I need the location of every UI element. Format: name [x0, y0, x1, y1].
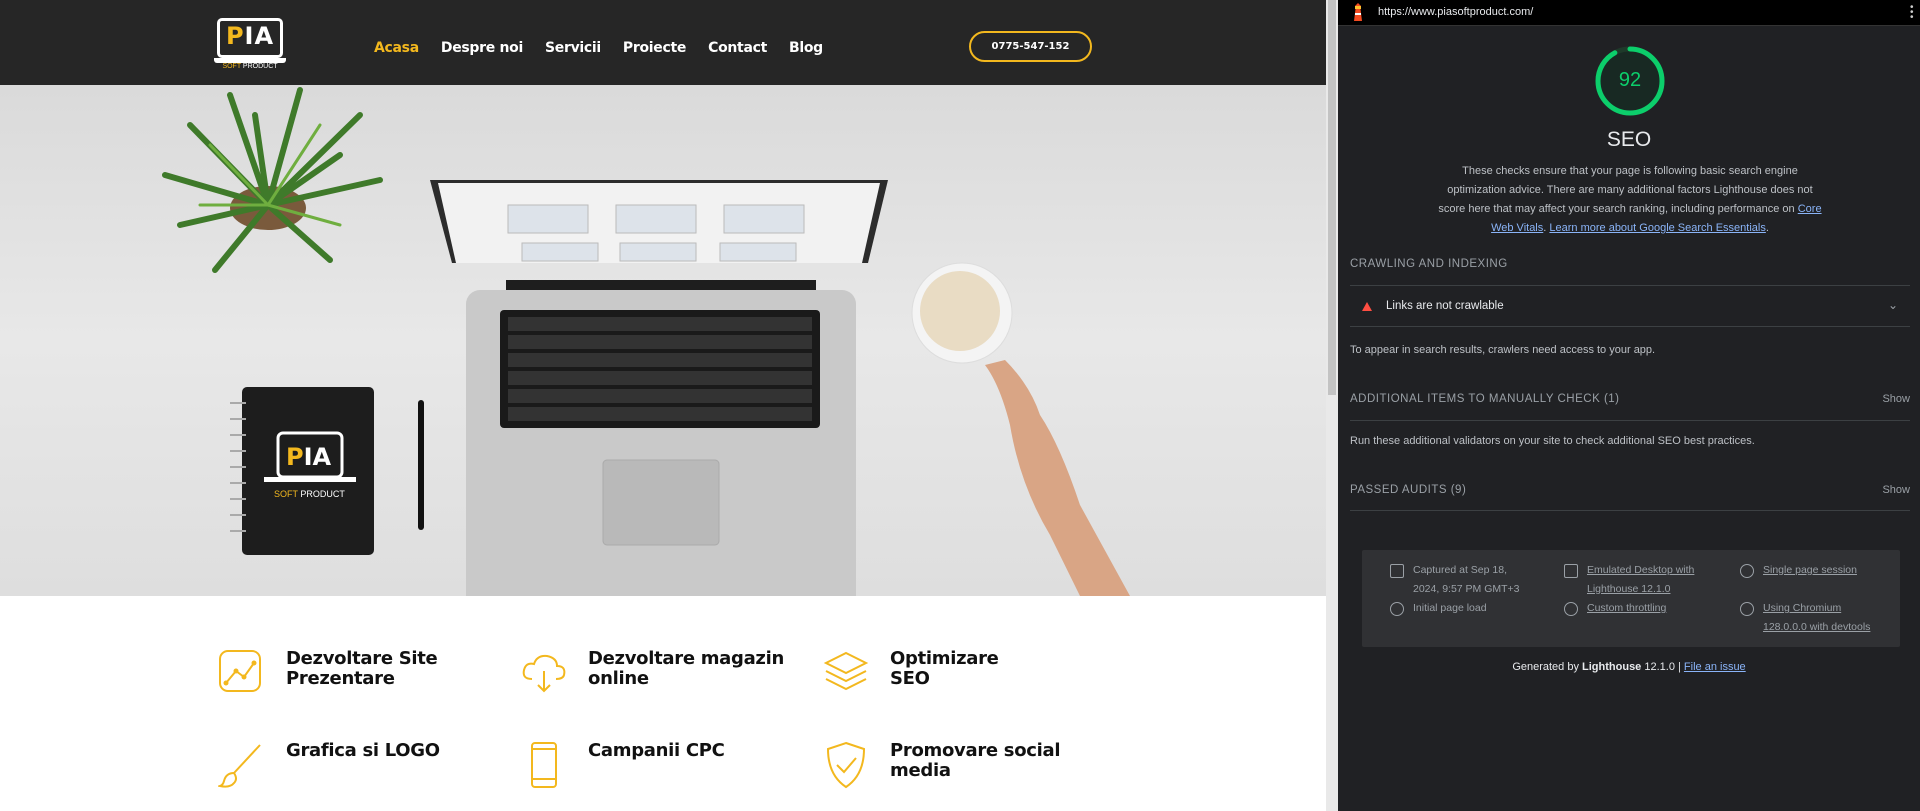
env-throttle[interactable]: Custom throttling — [1564, 599, 1666, 618]
passed-show-toggle[interactable]: Show — [1882, 484, 1910, 496]
svg-text:SOFT PRODUCT: SOFT PRODUCT — [274, 489, 345, 499]
service-item[interactable]: Dezvoltare Site Prezentare — [218, 649, 486, 697]
service-title: Optimizare SEO — [890, 648, 999, 689]
service-title: Dezvoltare Site Prezentare — [286, 648, 438, 689]
manual-note: Run these additional validators on your … — [1350, 435, 1755, 447]
services-section: Dezvoltare Site Prezentare Dezvoltare ma… — [0, 596, 1326, 811]
service-item[interactable]: Promovare social media — [822, 741, 1070, 789]
website-viewport: PIA SOFT PRODUCT Acasa Despre noi Servic… — [0, 0, 1326, 811]
crawling-note: To appear in search results, crawlers ne… — [1350, 344, 1656, 356]
wifi-icon — [1564, 602, 1578, 616]
pen-image — [418, 400, 424, 530]
service-title: Campanii CPC — [588, 740, 725, 761]
page-scrollbar[interactable] — [1326, 0, 1338, 811]
file-issue-link[interactable]: File an issue — [1684, 661, 1746, 673]
lighthouse-icon — [1354, 3, 1362, 21]
nav-proiecte[interactable]: Proiecte — [623, 40, 686, 56]
notebook-image: PIA SOFT PRODUCT — [230, 387, 374, 555]
report-url-bar: https://www.piasoftproduct.com/ • • • — [1338, 0, 1920, 26]
nav-servicii[interactable]: Servicii — [545, 40, 601, 56]
phone-icon — [531, 742, 557, 788]
hero-illustration: PIA SOFT PRODUCT — [162, 87, 1130, 596]
service-item[interactable]: Dezvoltare magazin online — [520, 649, 788, 697]
chart-icon — [219, 650, 261, 692]
env-browser[interactable]: Using Chromium 128.0.0.0 with devtools — [1740, 599, 1870, 637]
person-icon — [1740, 564, 1754, 578]
chevron-down-icon[interactable]: ⌄ — [1888, 298, 1898, 312]
brush-icon — [218, 744, 261, 788]
cloud-download-icon — [522, 654, 566, 693]
chromium-icon — [1740, 602, 1754, 616]
lighthouse-panel: https://www.piasoftproduct.com/ • • • 92 S… — [1338, 0, 1920, 811]
layers-icon — [823, 651, 869, 691]
hand-image — [985, 360, 1130, 596]
audit-title: Links are not crawlable — [1386, 300, 1504, 312]
calendar-icon — [1390, 564, 1404, 578]
nav-blog[interactable]: Blog — [789, 40, 823, 56]
site-logo[interactable]: PIA SOFT PRODUCT — [214, 18, 286, 70]
timer-icon — [1390, 602, 1404, 616]
shield-check-icon — [826, 741, 866, 789]
audit-links-not-crawlable[interactable]: Links are not crawlable ⌄ — [1350, 289, 1910, 325]
service-item[interactable]: Grafica si LOGO — [218, 741, 486, 789]
env-device[interactable]: Emulated Desktop with Lighthouse 12.1.0 — [1564, 561, 1694, 599]
crawling-section-title: CRAWLING AND INDEXING — [1350, 258, 1508, 270]
plant-icon — [162, 87, 383, 273]
env-captured: Captured at Sep 18, 2024, 9:57 PM GMT+3 — [1390, 561, 1520, 599]
category-title: SEO — [1606, 128, 1652, 151]
service-item[interactable]: Optimizare SEO — [822, 649, 1010, 697]
report-url[interactable]: https://www.piasoftproduct.com/ — [1378, 6, 1533, 18]
manual-show-toggle[interactable]: Show — [1882, 393, 1910, 405]
service-title: Dezvoltare magazin online — [588, 648, 784, 689]
search-essentials-link[interactable]: Learn more about Google Search Essential… — [1549, 222, 1765, 234]
phone-button[interactable]: 0775-547-152 — [969, 31, 1092, 62]
scrollbar-thumb[interactable] — [1328, 0, 1336, 395]
report-footer: Generated by Lighthouse 12.1.0 | File an… — [1512, 661, 1746, 673]
service-title: Grafica si LOGO — [286, 740, 440, 761]
hero-image: PIA SOFT PRODUCT — [0, 85, 1326, 596]
score-value: 92 — [1618, 69, 1642, 91]
manual-section-title[interactable]: ADDITIONAL ITEMS TO MANUALLY CHECK (1) — [1350, 393, 1620, 405]
laptop-image — [430, 180, 888, 596]
more-options-icon[interactable]: • • • — [1910, 3, 1914, 23]
env-load: Initial page load — [1390, 599, 1487, 618]
passed-section-title[interactable]: PASSED AUDITS (9) — [1350, 484, 1466, 496]
nav-despre-noi[interactable]: Despre noi — [441, 40, 523, 56]
desktop-icon — [1564, 564, 1578, 578]
category-description: These checks ensure that your page is fo… — [1438, 165, 1822, 234]
nav-acasa[interactable]: Acasa — [374, 40, 419, 56]
site-header: PIA SOFT PRODUCT Acasa Despre noi Servic… — [0, 0, 1326, 85]
nav-contact[interactable]: Contact — [708, 40, 767, 56]
service-title: Promovare social media — [890, 740, 1061, 781]
main-nav: Acasa Despre noi Servicii Proiecte Conta… — [374, 40, 823, 56]
svg-text:PIA: PIA — [286, 443, 332, 471]
runtime-settings: Captured at Sep 18, 2024, 9:57 PM GMT+3 I… — [1362, 550, 1900, 647]
fail-icon — [1362, 302, 1372, 311]
service-item[interactable]: Campanii CPC — [520, 741, 788, 789]
coffee-cup-image — [911, 262, 1013, 364]
env-session[interactable]: Single page session — [1740, 561, 1857, 580]
